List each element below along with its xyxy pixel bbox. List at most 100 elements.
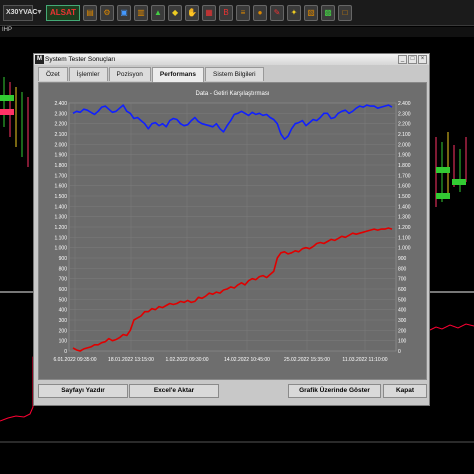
x-tick-label: 14.02.2022 10:45:00 [224, 357, 270, 363]
tab-summary[interactable]: Özet [38, 67, 68, 81]
dialog-tabs: Özet İşlemler Pozisyon Performans Sistem… [38, 67, 264, 82]
y-tick-label-right: 2.300 [398, 111, 411, 117]
y-tick-label-right: 2.400 [398, 101, 411, 107]
y-tick-label-left: 700 [59, 277, 68, 283]
y-tick-label-right: 900 [398, 256, 407, 262]
y-tick-label-left: 1.700 [54, 173, 67, 179]
symbol-selector[interactable]: X30YVAC [3, 4, 37, 21]
y-tick-label-right: 800 [398, 266, 407, 272]
y-tick-label-right: 400 [398, 308, 407, 314]
y-tick-label-right: 700 [398, 277, 407, 283]
y-tick-label-left: 1.800 [54, 163, 67, 169]
y-tick-label-left: 400 [59, 308, 68, 314]
y-tick-label-right: 1.100 [398, 235, 411, 241]
y-tick-label-left: 2.200 [54, 122, 67, 128]
close-button[interactable]: Kapat [383, 384, 427, 398]
x-tick-label: 1.02.2022 09:30:00 [165, 357, 208, 363]
y-tick-label-right: 500 [398, 297, 407, 303]
y-tick-label-left: 1.900 [54, 153, 67, 159]
y-tick-label-right: 0 [398, 349, 401, 355]
edit-icon[interactable]: ✎ [270, 4, 285, 21]
bell-icon[interactable]: ● [253, 4, 268, 21]
app-window: X30YVAC ▼ ALSAT ▤ ⚙ ▣ ▥ ▲ ◆ ✋ ▦ B ≡ ● ✎ … [0, 0, 474, 474]
y-tick-label-right: 1.000 [398, 246, 411, 252]
background-candles-left [0, 77, 29, 167]
close-icon[interactable]: × [418, 55, 427, 64]
tab-position[interactable]: Pozisyon [108, 67, 151, 81]
settings-icon[interactable]: ⚙ [100, 4, 115, 21]
main-toolbar: X30YVAC ▼ ALSAT ▤ ⚙ ▣ ▥ ▲ ◆ ✋ ▦ B ≡ ● ✎ … [0, 0, 474, 26]
handshake-icon[interactable]: ✋ [185, 4, 200, 21]
y-tick-label-right: 1.500 [398, 194, 411, 200]
bold-icon[interactable]: B [219, 4, 234, 21]
tab-trades[interactable]: İşlemler [68, 67, 108, 81]
performance-chart: Data - Getiri Karşılaştırması 2.400 2.400 2… [53, 91, 411, 363]
y-tick-label-left: 0 [64, 349, 67, 355]
y-tick-label-right: 2.200 [398, 122, 411, 128]
print-icon[interactable]: ▥ [134, 4, 149, 21]
tab-performance[interactable]: Performans [151, 67, 204, 82]
y-tick-label-left: 900 [59, 256, 68, 262]
dialog-title-bar[interactable]: M System Tester Sonuçları _ □ × [34, 54, 429, 65]
system-tester-dialog: M System Tester Sonuçları _ □ × Özet İşl… [33, 53, 430, 406]
y-tick-label-right: 300 [398, 318, 407, 324]
y-tick-label-left: 1.000 [54, 246, 67, 252]
y-tick-label-left: 800 [59, 266, 68, 272]
y-tick-label-left: 1.600 [54, 184, 67, 190]
x-tick-label: 6.01.2022 09:35:00 [53, 357, 96, 363]
y-tick-label-right: 200 [398, 328, 407, 334]
y-tick-label-left: 1.400 [54, 204, 67, 210]
maximize-icon[interactable]: □ [408, 55, 417, 64]
background-candles-right [435, 132, 467, 207]
y-tick-label-left: 100 [59, 339, 68, 345]
export-excel-button[interactable]: Excel'e Aktar [129, 384, 219, 398]
y-tick-label-right: 2.000 [398, 142, 411, 148]
dialog-title: System Tester Sonuçları [45, 56, 116, 63]
calc-icon[interactable]: ▧ [304, 4, 319, 21]
y-tick-label-right: 1.400 [398, 204, 411, 210]
trade-button[interactable]: ALSAT [45, 4, 81, 21]
y-tick-label-right: 1.600 [398, 184, 411, 190]
y-tick-label-right: 1.800 [398, 163, 411, 169]
y-tick-label-left: 300 [59, 318, 68, 324]
y-tick-label-right: 100 [398, 339, 407, 345]
chart-icon[interactable]: ▲ [151, 4, 166, 21]
print-page-button[interactable]: Sayfayı Yazdır [38, 384, 128, 398]
show-on-chart-button[interactable]: Grafik Üzerinde Göster [288, 384, 381, 398]
layout-icon[interactable]: ▩ [321, 4, 336, 21]
y-tick-label-left: 600 [59, 287, 68, 293]
background-price-line-right [429, 323, 474, 331]
y-tick-label-left: 1.300 [54, 215, 67, 221]
window-icon[interactable]: □ [338, 4, 353, 21]
tab-system-info[interactable]: Sistem Bilgileri [205, 67, 264, 81]
y-tick-label-left: 2.300 [54, 111, 67, 117]
pin-icon[interactable]: ✦ [287, 4, 302, 21]
y-tick-label-right: 2.100 [398, 132, 411, 138]
symbol-dropdown-icon[interactable]: ▼ [36, 9, 43, 16]
y-tick-label-left: 1.500 [54, 194, 67, 200]
dialog-button-row: Sayfayı Yazdır Excel'e Aktar Grafik Üzer… [38, 384, 427, 398]
chart-title: Data - Getiri Karşılaştırması [195, 91, 269, 97]
y-tick-label-left: 2.400 [54, 101, 67, 107]
folder-icon[interactable]: ▤ [83, 4, 98, 21]
minimize-icon[interactable]: _ [398, 55, 407, 64]
list-icon[interactable]: ≡ [236, 4, 251, 21]
save-icon[interactable]: ▣ [117, 4, 132, 21]
x-tick-label: 11.03.2022 11:10:00 [342, 357, 387, 363]
y-tick-label-left: 2.000 [54, 142, 67, 148]
y-tick-label-left: 1.100 [54, 235, 67, 241]
x-tick-label: 18.01.2022 13:15:00 [108, 357, 154, 363]
grid-icon[interactable]: ▦ [202, 4, 217, 21]
y-tick-label-left: 500 [59, 297, 68, 303]
y-tick-label-left: 1.200 [54, 225, 67, 231]
y-tick-label-right: 1.200 [398, 225, 411, 231]
y-tick-label-right: 1.700 [398, 173, 411, 179]
y-tick-label-left: 2.100 [54, 132, 67, 138]
app-logo-icon: M [35, 55, 44, 64]
x-tick-label: 25.02.2022 15:35:00 [284, 357, 330, 363]
performance-chart-panel: Data - Getiri Karşılaştırması 2.400 2.400 2… [38, 82, 427, 380]
chart-symbol-label: IHP [2, 27, 13, 33]
indicator-icon[interactable]: ◆ [168, 4, 183, 21]
y-tick-label-right: 1.300 [398, 215, 411, 221]
y-tick-label-left: 200 [59, 328, 68, 334]
